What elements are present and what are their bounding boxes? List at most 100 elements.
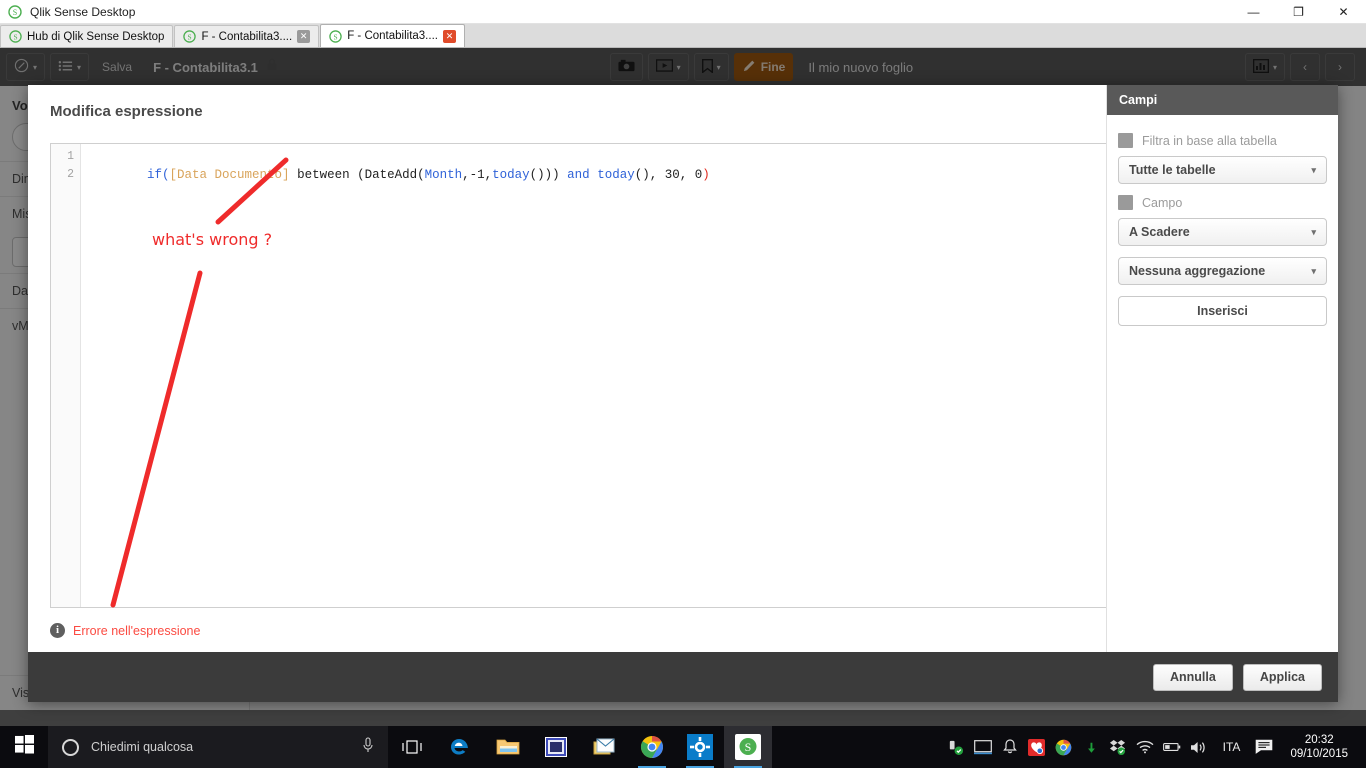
action-center-icon[interactable] [1255, 738, 1273, 756]
settings-icon[interactable] [676, 726, 724, 768]
code-token: [Data Documento] [169, 168, 290, 182]
windows-icon [14, 735, 34, 759]
qlik-sense-icon[interactable]: S [724, 726, 772, 768]
svg-text:S: S [13, 8, 17, 17]
maximize-button[interactable]: ❐ [1276, 0, 1321, 24]
svg-text:S: S [188, 32, 192, 41]
field-checkbox-label: Campo [1142, 195, 1183, 210]
filter-by-table-label: Filtra in base alla tabella [1142, 133, 1277, 148]
chevron-down-icon: ▾ [1311, 265, 1316, 276]
cortana-search-box[interactable]: Chiedimi qualcosa [48, 726, 388, 768]
annotation-text: what's wrong ? [152, 230, 273, 249]
fields-panel: Campi Filtra in base alla tabella Tutte … [1106, 85, 1338, 652]
svg-text:S: S [745, 740, 752, 754]
table-select-value: Tutte le tabelle [1129, 163, 1216, 177]
line-number: 1 [67, 150, 74, 163]
volume-icon[interactable] [1190, 738, 1208, 756]
task-view-icon[interactable] [388, 726, 436, 768]
cancel-button[interactable]: Annulla [1153, 663, 1233, 691]
expression-editor[interactable]: 1 2 if([Data Documento] between (DateAdd… [50, 143, 1107, 608]
error-message: i Errore nell'espressione [50, 623, 200, 638]
screen: S Qlik Sense Desktop — ❐ ✕ S Hub di Qlik… [0, 0, 1366, 768]
field-select[interactable]: A Scadere ▾ [1118, 218, 1327, 246]
code-token: (), 30, 0 [634, 168, 703, 182]
window-title-bar: S Qlik Sense Desktop — ❐ ✕ [0, 0, 1366, 24]
minimize-button[interactable]: — [1231, 0, 1276, 24]
tab-hub[interactable]: S Hub di Qlik Sense Desktop [0, 25, 174, 47]
close-icon[interactable]: ✕ [442, 29, 456, 43]
tab-label: F - Contabilita3.... [201, 30, 293, 43]
close-icon[interactable]: ✕ [297, 30, 311, 43]
qlik-icon: S [9, 30, 22, 43]
download-icon[interactable] [1082, 738, 1100, 756]
dialog-footer: Annulla Applica [28, 652, 1338, 702]
code-token: ) [702, 168, 710, 182]
error-text: Errore nell'espressione [73, 623, 201, 638]
mail-icon[interactable] [580, 726, 628, 768]
wifi-icon[interactable] [1136, 738, 1154, 756]
antivirus-icon[interactable] [1028, 738, 1046, 756]
code-token: between (DateAdd( [289, 168, 425, 182]
display-icon[interactable] [973, 738, 992, 756]
fields-panel-body: Filtra in base alla tabella Tutte le tab… [1107, 115, 1338, 326]
code-token: Month [424, 168, 463, 182]
svg-text:S: S [334, 32, 338, 41]
tab-strip: S Hub di Qlik Sense Desktop S F - Contab… [0, 24, 1366, 48]
tab-contabilita-1[interactable]: S F - Contabilita3.... ✕ [174, 25, 320, 47]
code-token: ,-1, [462, 168, 493, 182]
chevron-down-icon: ▾ [1311, 226, 1316, 237]
system-tray: ITA 20:32 09/10/2015 [947, 733, 1366, 761]
tab-label: F - Contabilita3.... [347, 30, 438, 42]
taskbar: Chiedimi qualcosa S ITA 20:32 09/10/2015 [0, 726, 1366, 768]
checkbox-icon[interactable] [1118, 195, 1133, 210]
clock-time: 20:32 [1304, 734, 1334, 746]
chevron-down-icon: ▾ [1311, 164, 1316, 175]
clock[interactable]: 20:32 09/10/2015 [1282, 733, 1356, 761]
qlik-icon: S [183, 30, 197, 43]
window-controls: — ❐ ✕ [1231, 0, 1366, 24]
start-button[interactable] [0, 726, 48, 768]
notification-bell-icon[interactable] [1001, 738, 1019, 756]
tab-label: Hub di Qlik Sense Desktop [27, 30, 165, 43]
usb-safely-remove-icon[interactable] [947, 738, 965, 756]
window-title: Qlik Sense Desktop [30, 4, 136, 19]
code-token: and [567, 168, 590, 182]
tab-contabilita-2[interactable]: S F - Contabilita3.... ✕ [320, 24, 465, 47]
field-checkbox-row[interactable]: Campo [1118, 195, 1327, 210]
line-number: 2 [67, 168, 74, 181]
chrome-icon[interactable] [628, 726, 676, 768]
info-icon: i [50, 623, 65, 638]
expression-code[interactable]: if([Data Documento] between (DateAdd(Mon… [81, 144, 1106, 607]
qlik-icon: S [7, 4, 23, 20]
svg-text:S: S [13, 32, 17, 41]
aggregation-select[interactable]: Nessuna aggregazione ▾ [1118, 257, 1327, 285]
close-button[interactable]: ✕ [1321, 0, 1366, 24]
chrome-tray-icon[interactable] [1055, 738, 1073, 756]
qlik-icon: S [329, 29, 342, 43]
clock-date: 09/10/2015 [1290, 748, 1348, 760]
code-token: ())) [529, 168, 568, 182]
microphone-icon[interactable] [362, 736, 374, 758]
filter-by-table-row[interactable]: Filtra in base alla tabella [1118, 133, 1327, 148]
expression-editor-dialog: Modifica espressione 1 2 if([Data Docume… [28, 85, 1338, 702]
aggregation-select-value: Nessuna aggregazione [1129, 264, 1266, 278]
movies-icon[interactable] [532, 726, 580, 768]
insert-button[interactable]: Inserisci [1118, 296, 1327, 326]
language-indicator[interactable]: ITA [1217, 740, 1247, 754]
dropbox-icon[interactable] [1109, 738, 1127, 756]
taskbar-pinned-apps: S [388, 726, 772, 768]
edge-icon[interactable] [436, 726, 484, 768]
cortana-ring-icon [62, 738, 79, 756]
cortana-placeholder: Chiedimi qualcosa [91, 740, 194, 754]
field-select-value: A Scadere [1129, 225, 1190, 239]
code-token: today [597, 168, 635, 182]
battery-icon[interactable] [1162, 738, 1181, 756]
file-explorer-icon[interactable] [484, 726, 532, 768]
apply-button[interactable]: Applica [1242, 663, 1322, 691]
code-token: if( [147, 168, 170, 182]
table-select[interactable]: Tutte le tabelle ▾ [1118, 156, 1327, 184]
code-token: today [492, 168, 530, 182]
fields-panel-header: Campi [1107, 85, 1338, 115]
line-number-gutter: 1 2 [51, 144, 81, 607]
checkbox-icon[interactable] [1118, 133, 1133, 148]
